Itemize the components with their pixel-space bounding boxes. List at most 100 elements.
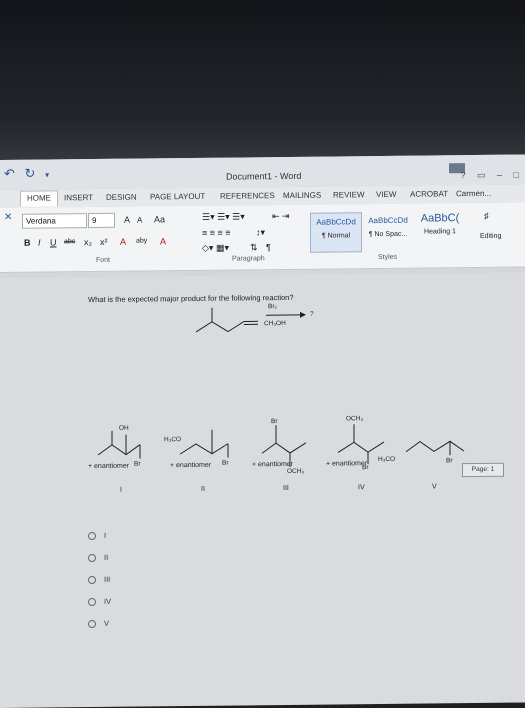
style-sample: AaBbCcDd [311, 217, 361, 227]
unknown-product-mark: ? [310, 311, 314, 318]
style-normal[interactable]: AaBbCcDd ¶ Normal [310, 212, 362, 253]
paragraph-group-label: Paragraph [232, 255, 265, 262]
structure-numeral: II [201, 486, 205, 493]
user-name[interactable]: Carmen... [456, 189, 491, 198]
monitor-bezel [0, 0, 525, 175]
structure-numeral: V [432, 483, 437, 490]
change-case-button[interactable]: Aa [154, 214, 165, 224]
radio-button[interactable] [88, 554, 96, 562]
cut-icon[interactable]: ✕ [4, 212, 12, 223]
reactant-structure [196, 307, 258, 332]
answer-option-2[interactable]: II [88, 553, 108, 562]
methoxy-label: H₃CO [164, 436, 181, 443]
product-1-structure [98, 431, 140, 459]
hydroxyl-label: OH [119, 425, 129, 432]
methoxy-label: OCH₃ [287, 468, 304, 475]
tab-page-layout[interactable]: PAGE LAYOUT [150, 192, 205, 202]
enantiomer-note: + enantiomer [170, 462, 211, 469]
subscript-button[interactable]: x₂ [84, 237, 92, 247]
style-sample: AaBbCcDd [362, 216, 414, 226]
style-no-spacing[interactable]: AaBbCcDd ¶ No Spac... [362, 212, 414, 251]
sort-icon[interactable]: ⇅ [250, 242, 258, 253]
radio-button[interactable] [88, 620, 96, 628]
bromo-label: Br [134, 461, 141, 468]
tab-review[interactable]: REVIEW [333, 190, 365, 199]
methoxy-label: H₃CO [378, 456, 395, 463]
product-2-structure [180, 430, 228, 459]
option-label: IV [104, 597, 111, 606]
indent-icon[interactable]: ⇤ ⇥ [272, 211, 290, 222]
tab-references[interactable]: REFERENCES [220, 191, 275, 201]
reagent-bromine: Br₂ [268, 303, 277, 310]
enantiomer-note: + enantiomer [252, 461, 293, 468]
product-2-bonds [180, 444, 228, 455]
radio-button[interactable] [88, 598, 96, 606]
redo-icon[interactable]: ↻ [25, 166, 36, 181]
tab-design[interactable]: DESIGN [106, 193, 137, 202]
reactant-bonds [196, 322, 228, 332]
minimize-button[interactable]: – [497, 170, 502, 180]
font-group-label: Font [96, 257, 110, 264]
bromo-label: Br [271, 418, 278, 425]
structure-numeral: IV [358, 484, 365, 491]
answer-option-1[interactable]: I [88, 531, 106, 540]
tab-view[interactable]: VIEW [376, 190, 396, 199]
document-title: Document1 - Word [226, 171, 301, 182]
quick-access-toolbar: ↶ ↻ ▾ [4, 165, 55, 182]
document-page[interactable]: What is the expected major product for t… [0, 273, 525, 708]
undo-icon[interactable]: ↶ [4, 166, 15, 181]
customize-icon[interactable]: ▾ [45, 170, 49, 179]
answer-option-3[interactable]: III [88, 575, 110, 584]
italic-button[interactable]: I [38, 238, 41, 248]
product-1-bonds [98, 445, 140, 455]
text-effects-button[interactable]: A [120, 237, 126, 247]
superscript-button[interactable]: x² [100, 237, 108, 247]
maximize-button[interactable]: □ [514, 170, 519, 180]
enantiomer-note: + enantiomer [88, 463, 129, 470]
answer-option-5[interactable]: V [88, 619, 109, 628]
arrow-head [300, 312, 306, 318]
tab-mailings[interactable]: MAILINGS [283, 191, 321, 200]
option-label: V [104, 619, 109, 628]
tab-acrobat[interactable]: ACROBAT [410, 189, 448, 198]
shrink-font-button[interactable]: A [137, 216, 142, 225]
reactant-chain [228, 321, 258, 331]
radio-button[interactable] [88, 576, 96, 584]
word-window: ↶ ↻ ▾ Document1 - Word ? ▭ – □ HOME INSE… [0, 155, 525, 700]
editing-button[interactable]: Editing [480, 233, 501, 240]
style-sample: AaBbC( [416, 212, 464, 225]
style-name: ¶ No Spac... [362, 231, 414, 239]
answer-option-4[interactable]: IV [88, 597, 111, 606]
reagent-methanol: CH₃OH [264, 320, 286, 327]
methoxy-label: OCH₃ [346, 415, 363, 422]
bromo-label: Br [446, 457, 453, 464]
find-icon[interactable]: ♯ [484, 211, 489, 221]
underline-button[interactable]: U [50, 237, 57, 247]
style-name: ¶ Normal [311, 232, 361, 240]
line-spacing-icon[interactable]: ↕▾ [256, 227, 265, 238]
font-size-box[interactable]: 9 [88, 213, 115, 228]
shading-icon[interactable]: ◇▾ ▦▾ [202, 243, 229, 254]
ribbon-display-button[interactable]: ▭ [477, 170, 486, 180]
font-color-button[interactable]: A [160, 236, 166, 246]
strikethrough-button[interactable]: abc [64, 238, 75, 245]
ribbon-home: ✕ Verdana 9 A A Aa B I U abc x₂ x² A aby… [0, 203, 525, 273]
page-number-indicator: Page: 1 [462, 463, 504, 477]
option-label: III [104, 575, 110, 584]
tab-home[interactable]: HOME [20, 190, 58, 206]
align-icon[interactable]: ≡ ≡ ≡ ≡ [202, 228, 231, 238]
style-heading-1[interactable]: AaBbC( Heading 1 [416, 211, 464, 250]
option-label: II [104, 553, 108, 562]
grow-font-button[interactable]: A [124, 215, 130, 225]
help-button[interactable]: ? [460, 170, 465, 180]
product-5-bonds [406, 441, 464, 452]
show-marks-icon[interactable]: ¶ [266, 242, 271, 252]
bullets-icon[interactable]: ☰▾ ☰▾ ☰▾ [202, 211, 245, 222]
highlight-button[interactable]: aby [136, 237, 147, 244]
tab-insert[interactable]: INSERT [64, 193, 93, 202]
styles-group-label: Styles [378, 254, 397, 261]
structure-numeral: I [120, 487, 122, 494]
bold-button[interactable]: B [24, 238, 31, 248]
radio-button[interactable] [88, 532, 96, 540]
font-name-box[interactable]: Verdana [22, 213, 87, 229]
